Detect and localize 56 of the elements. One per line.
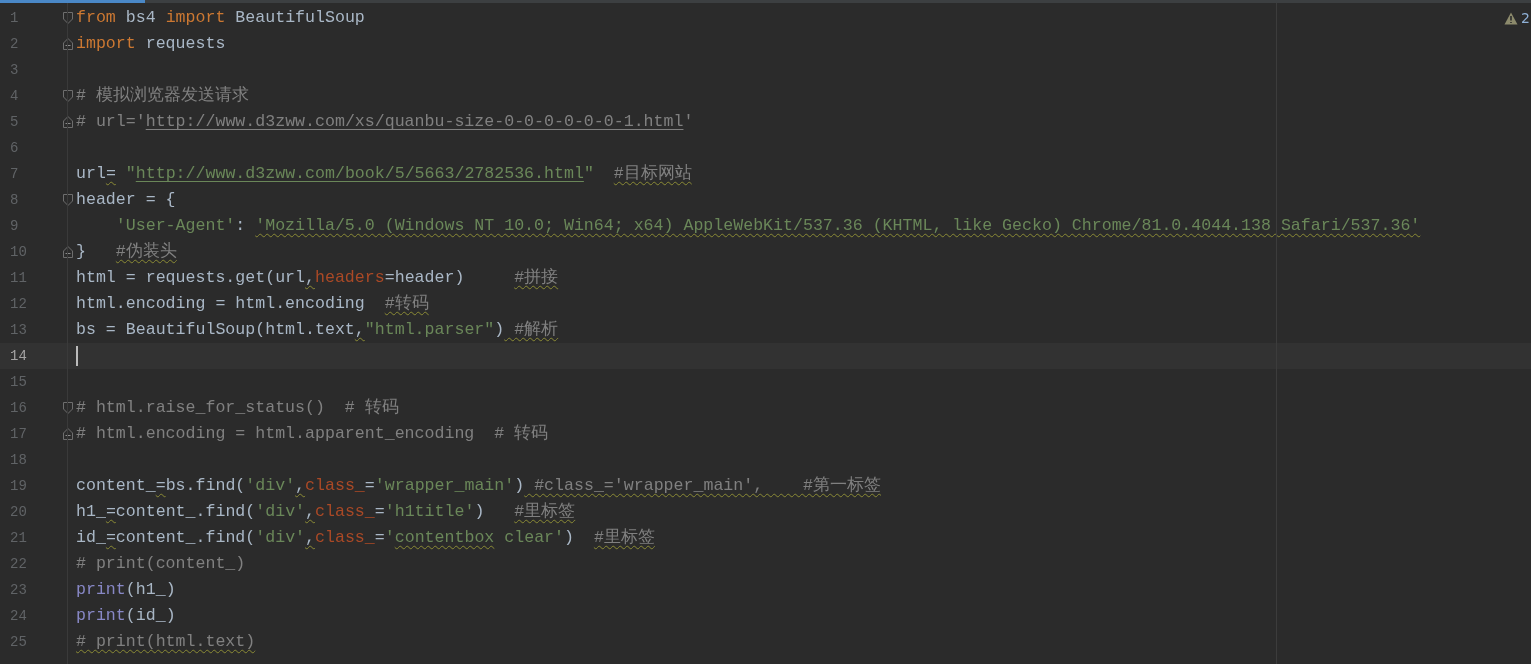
line-number: 5 [9,114,19,130]
code-line: # print(content_) [76,554,246,574]
code-line: # print(html.text) [76,632,256,652]
fold-icon[interactable] [63,428,73,440]
code-line: print(h1_) [76,580,176,600]
code-line: 'User-Agent': 'Mozilla/5.0 (Windows NT 10.0; Win64; x64) AppleWebKit/537.36 (KHTML, like Gecko) Chrome/81.0.4044.138 Safari/537.36' [114,216,1421,236]
line-number: 23 [9,582,27,598]
code-line: import requests [76,34,226,54]
line-number: 6 [9,140,19,156]
line-number: 19 [9,478,27,494]
fold-icon[interactable] [63,116,73,128]
fold-icon[interactable] [63,90,73,102]
line-number: 18 [9,452,27,468]
code-line: # html.raise_for_status() # 转码 [76,398,399,418]
line-number: 7 [9,166,19,182]
line-number: 14 [9,348,27,364]
code-line: url= "http://www.d3zww.com/book/5/5663/2782536.html" #目标网站 [76,164,692,184]
code-line: # html.encoding = html.apparent_encoding # 转码 [76,424,549,444]
code-line: header = { [76,190,176,210]
code-line: id_=content_.find('div',class_='contentbox clear') #里标签 [76,528,655,548]
code-line: html.encoding = html.encoding #转码 [76,294,429,314]
line-number: 15 [9,374,27,390]
code-line: # 模拟浏览器发送请求 [76,86,249,106]
code-line: bs = BeautifulSoup(html.text,"html.parser") #解析 [76,320,559,340]
line-number: 22 [9,556,27,572]
line-number: 13 [9,322,27,338]
line-number: 24 [9,608,27,624]
fold-icon[interactable] [63,402,73,414]
line-number: 4 [9,88,19,104]
fold-icon[interactable] [63,12,73,24]
line-number: 21 [9,530,27,546]
line-number: 2 [9,36,19,52]
code-line: h1_=content_.find('div',class_='h1title') #里标签 [76,502,576,522]
fold-icon[interactable] [63,38,73,50]
code-line: content_=bs.find('div',class_='wrapper_main') #class_='wrapper_main', #第一标签 [76,476,881,496]
text-cursor [76,346,78,366]
line-number: 12 [9,296,27,312]
line-number: 10 [9,244,27,260]
line-number: 20 [9,504,27,520]
line-number: 1 [9,10,19,26]
fold-icon[interactable] [63,194,73,206]
code-line: } #伪装头 [76,242,177,262]
code-line: html = requests.get(url,headers=header) #拼接 [76,268,559,288]
line-number: 11 [9,270,27,286]
warning-count[interactable]: 2 [1521,10,1530,26]
warning-icon[interactable] [1504,11,1519,25]
line-number: 17 [9,426,27,442]
line-number: 16 [9,400,27,416]
code-line: print(id_) [76,606,176,626]
fold-icon[interactable] [63,246,73,258]
line-number: 9 [9,218,19,234]
code-line: # url='http://www.d3zww.com/xs/quanbu-size-0-0-0-0-0-0-1.html' [76,112,694,132]
line-number: 25 [9,634,27,650]
code-line: from bs4 import BeautifulSoup [76,8,365,28]
line-number: 8 [9,192,19,208]
line-number: 3 [9,62,19,78]
